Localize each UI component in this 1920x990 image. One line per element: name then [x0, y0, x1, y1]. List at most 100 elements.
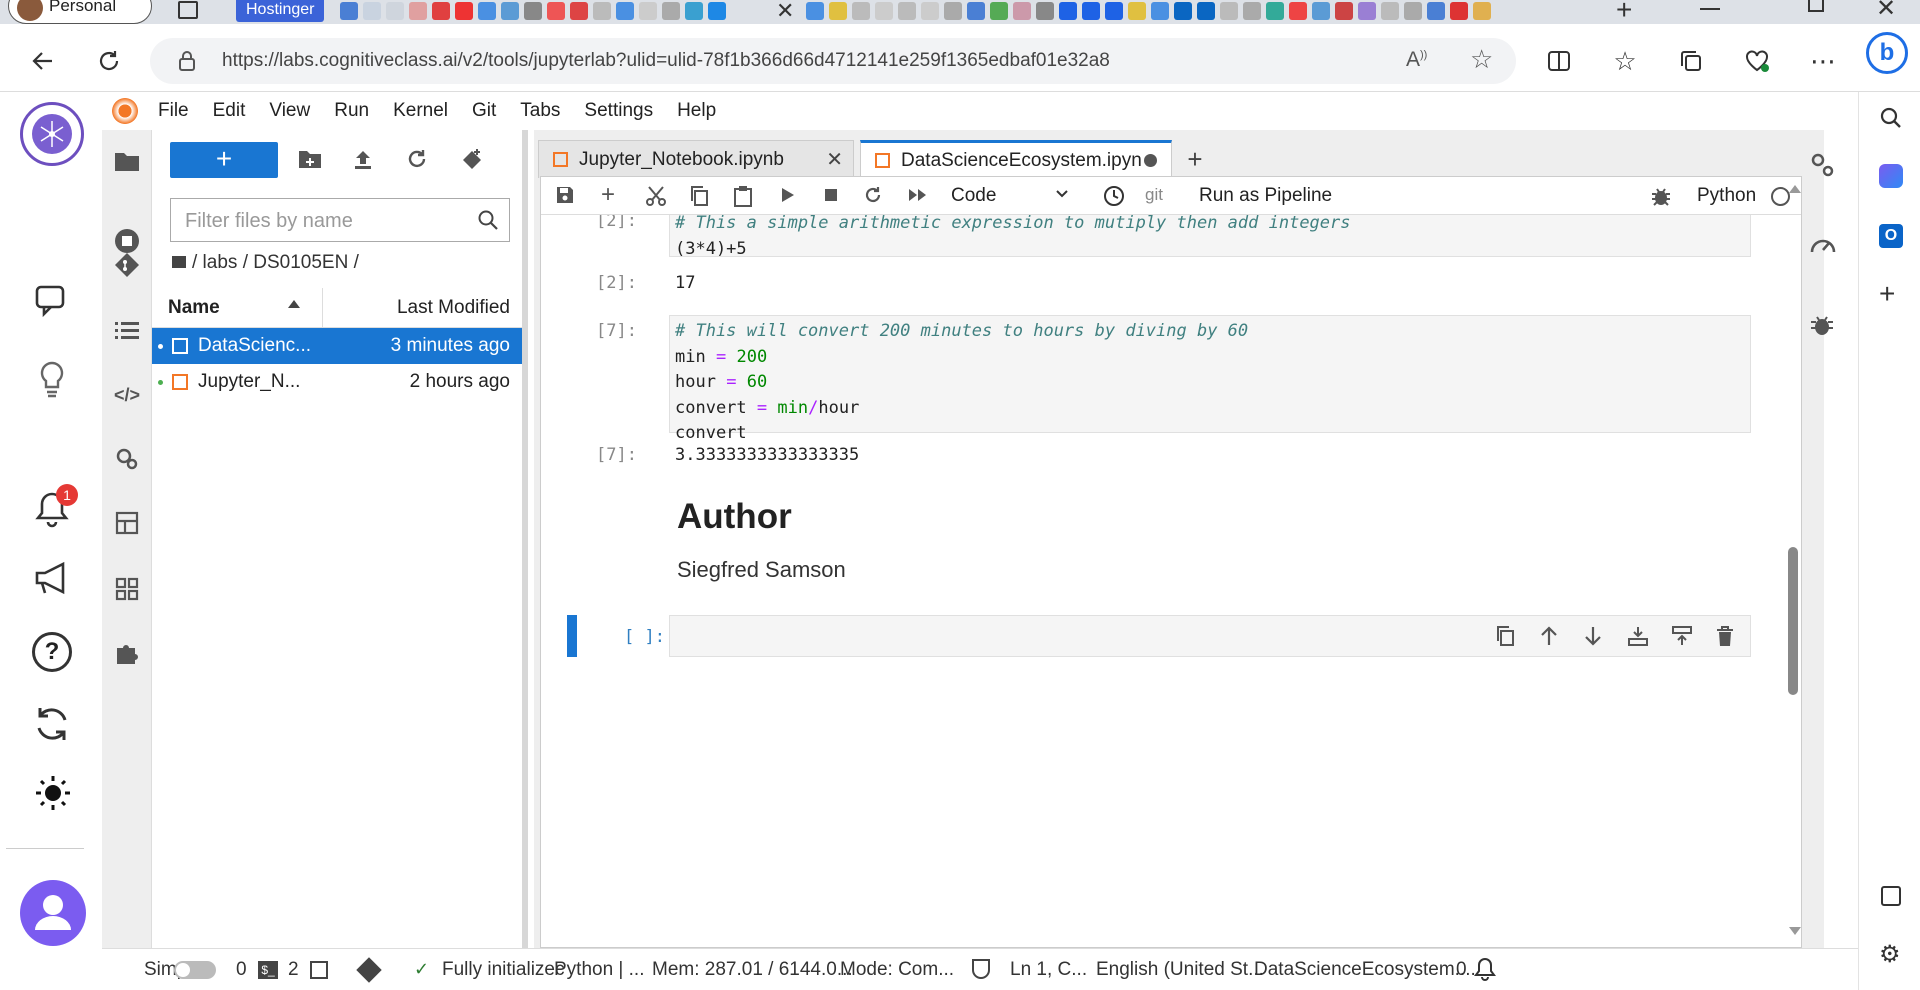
scroll-thumb[interactable]: [1788, 547, 1798, 695]
run-cell-icon[interactable]: [777, 185, 799, 207]
cell-type-select[interactable]: Code: [951, 185, 1069, 207]
menu-kernel[interactable]: Kernel: [393, 100, 448, 122]
settings-icon[interactable]: ⚙: [1879, 940, 1901, 969]
kernel-short[interactable]: Python | ...: [554, 959, 644, 981]
git-clone-icon[interactable]: [460, 148, 484, 172]
run-as-pipeline-button[interactable]: Run as Pipeline: [1199, 185, 1332, 207]
scroll-up-icon[interactable]: [1789, 185, 1801, 193]
code-cell[interactable]: # This a simple arithmetic expression to…: [669, 215, 1751, 259]
menu-edit[interactable]: Edit: [213, 100, 246, 122]
kernels-count[interactable]: 2: [288, 959, 299, 981]
move-up-icon[interactable]: [1539, 625, 1559, 647]
debugger-panel-icon[interactable]: [1810, 312, 1834, 338]
file-name[interactable]: DataScienc...: [198, 335, 311, 357]
breadcrumb[interactable]: / labs / DS0105EN /: [172, 252, 359, 274]
chat-icon[interactable]: [34, 284, 70, 318]
git-diff-button[interactable]: git: [1145, 185, 1163, 205]
paste-icon[interactable]: [733, 185, 755, 207]
lock-icon[interactable]: [178, 50, 196, 72]
pinned-tab-hostinger[interactable]: Hostinger: [236, 0, 325, 22]
name-column-header[interactable]: Name: [168, 297, 220, 319]
clock-icon[interactable]: [1103, 185, 1125, 207]
file-filter-input[interactable]: Filter files by name: [170, 198, 510, 242]
bing-copilot-icon[interactable]: b: [1866, 32, 1908, 74]
cursor-position[interactable]: Ln 1, C...: [1010, 959, 1087, 981]
components-icon[interactable]: [112, 574, 142, 604]
help-icon[interactable]: ?: [32, 632, 72, 672]
outlook-icon[interactable]: O: [1879, 224, 1903, 248]
tab-actions-icon[interactable]: [178, 1, 198, 19]
code-snippets-icon[interactable]: </>: [112, 380, 142, 410]
stop-kernel-icon[interactable]: [821, 185, 843, 207]
notifications-bell-icon[interactable]: 1: [34, 484, 78, 528]
duplicate-cell-icon[interactable]: [1495, 625, 1515, 647]
health-icon[interactable]: [1740, 44, 1774, 78]
git-status-icon[interactable]: [356, 957, 382, 983]
tab-datascience-ecosystem[interactable]: DataScienceEcosystem.ipyn: [860, 140, 1172, 178]
property-inspector-icon[interactable]: [112, 444, 142, 474]
copilot-icon[interactable]: [1879, 164, 1903, 188]
favorite-star-icon[interactable]: ☆: [1470, 44, 1493, 75]
restart-run-all-icon[interactable]: [907, 185, 929, 207]
unsaved-dot-icon[interactable]: [1144, 154, 1157, 167]
elyra-pipelines-icon[interactable]: [112, 508, 142, 538]
sidebar-toggle-icon[interactable]: [1881, 886, 1901, 906]
menu-git[interactable]: Git: [472, 100, 496, 122]
terminal-icon[interactable]: $_: [258, 961, 278, 979]
breadcrumb-path[interactable]: / labs / DS0105EN /: [192, 252, 359, 273]
file-row[interactable]: DataScienc... 3 minutes ago: [152, 328, 522, 364]
user-avatar[interactable]: [20, 880, 86, 946]
profile-button[interactable]: Personal: [8, 0, 152, 24]
simple-mode-toggle[interactable]: [174, 961, 216, 979]
labs-logo[interactable]: [20, 102, 84, 166]
kernel-name[interactable]: Python: [1697, 185, 1756, 207]
notebook-scrollbar[interactable]: [1785, 177, 1801, 947]
menu-file[interactable]: File: [158, 100, 189, 122]
git-icon[interactable]: [112, 250, 142, 280]
add-sidebar-app-icon[interactable]: +: [1879, 278, 1895, 310]
menu-view[interactable]: View: [269, 100, 310, 122]
kernel-chip-icon[interactable]: [310, 961, 328, 979]
back-icon[interactable]: [26, 44, 60, 78]
menu-tabs[interactable]: Tabs: [520, 100, 560, 122]
folder-icon[interactable]: [172, 256, 186, 268]
delete-cell-icon[interactable]: [1715, 625, 1735, 647]
more-options-icon[interactable]: ⋯: [1806, 44, 1840, 78]
refresh-icon[interactable]: [406, 148, 430, 172]
save-icon[interactable]: [555, 185, 577, 207]
sync-icon[interactable]: [32, 704, 72, 744]
insert-cell-icon[interactable]: +: [601, 183, 623, 207]
close-window-icon[interactable]: ✕: [1876, 0, 1896, 23]
table-of-contents-icon[interactable]: [112, 316, 142, 346]
extensions-puzzle-icon[interactable]: [112, 638, 142, 668]
collections-icon[interactable]: [1674, 44, 1708, 78]
insert-below-icon[interactable]: [1671, 625, 1693, 647]
lightbulb-icon[interactable]: [38, 360, 66, 400]
menu-run[interactable]: Run: [334, 100, 369, 122]
sort-ascending-icon[interactable]: [288, 300, 300, 308]
url-field[interactable]: https://labs.cognitiveclass.ai/v2/tools/…: [150, 38, 1516, 84]
read-aloud-icon[interactable]: A)): [1406, 48, 1427, 72]
close-tab-icon[interactable]: ✕: [776, 0, 794, 24]
new-tab-icon[interactable]: +: [1178, 144, 1212, 176]
debugger-bug-icon[interactable]: [1651, 185, 1673, 207]
file-row[interactable]: Jupyter_N... 2 hours ago: [152, 364, 522, 400]
cut-icon[interactable]: [645, 185, 667, 207]
resource-usage-gauge-icon[interactable]: [1808, 230, 1838, 258]
theme-sun-icon[interactable]: [34, 774, 72, 812]
new-tab-icon[interactable]: +: [1616, 0, 1632, 26]
scroll-down-icon[interactable]: [1789, 927, 1801, 935]
tab-jupyter-notebook[interactable]: Jupyter_Notebook.ipynb ✕: [538, 140, 854, 178]
property-inspector-gear-icon[interactable]: [1808, 150, 1838, 180]
code-cell[interactable]: # This will convert 200 minutes to hours…: [669, 315, 1751, 443]
file-browser-folder-icon[interactable]: [112, 146, 142, 176]
minimize-icon[interactable]: [1700, 0, 1720, 10]
search-icon[interactable]: [1879, 106, 1903, 130]
megaphone-icon[interactable]: [32, 560, 72, 596]
insert-above-icon[interactable]: [1627, 625, 1649, 647]
notifications-bell-icon[interactable]: [1474, 957, 1496, 981]
close-tab-icon[interactable]: ✕: [826, 147, 843, 172]
language[interactable]: English (United St...: [1096, 959, 1264, 981]
shield-icon[interactable]: [972, 959, 990, 979]
copy-icon[interactable]: [689, 185, 711, 207]
